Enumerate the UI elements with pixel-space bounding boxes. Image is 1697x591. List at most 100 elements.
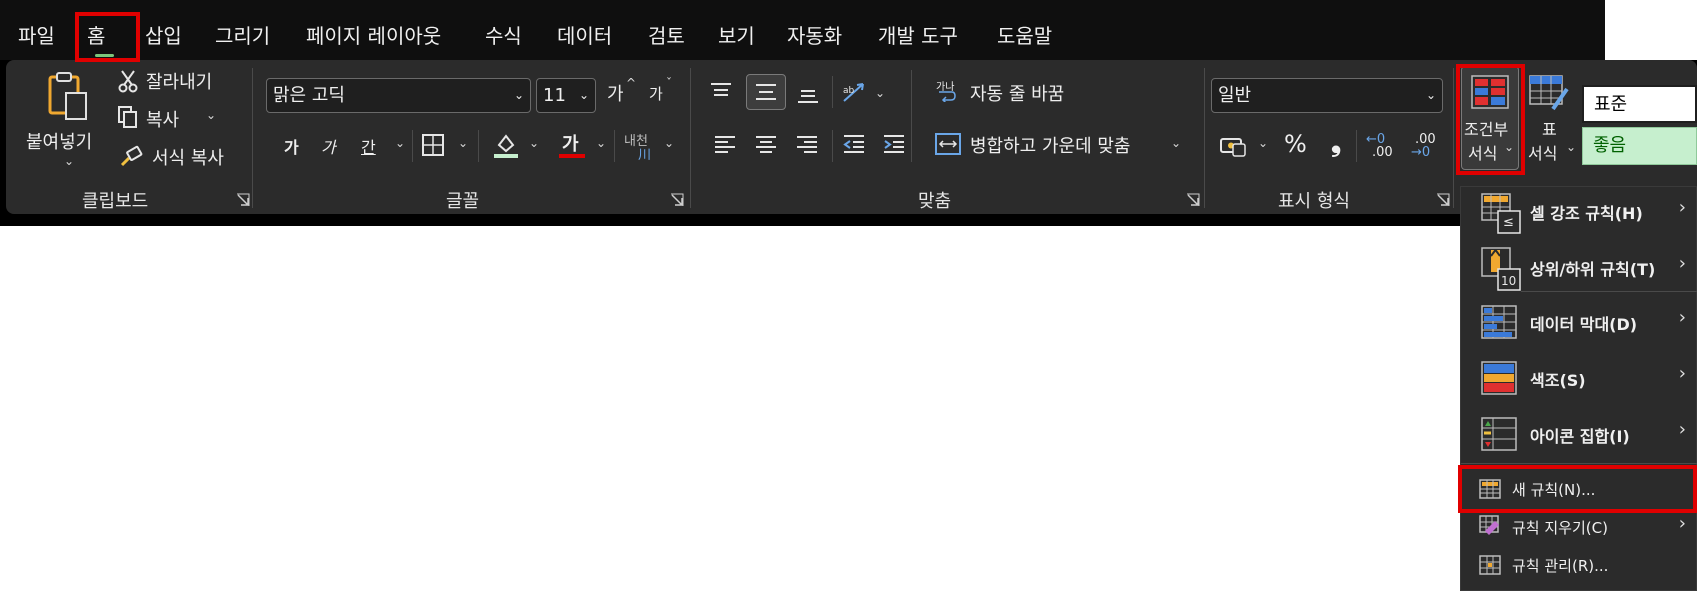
format-painter-button[interactable]: 서식 복사 [152, 144, 224, 170]
color-scales-label: 색조(S) [1530, 371, 1586, 390]
increase-arrow-icon: ^ [626, 76, 637, 90]
tab-view[interactable]: 보기 [718, 20, 755, 49]
decrease-decimal-button[interactable]: .00 →0 [1411, 132, 1447, 162]
svg-text:ab: ab [843, 86, 855, 96]
style-good[interactable]: 좋음 [1582, 127, 1697, 165]
currency-dropdown-icon[interactable]: ⌄ [1258, 136, 1268, 150]
align-top-icon[interactable] [708, 80, 734, 104]
tab-developer[interactable]: 개발 도구 [878, 20, 958, 49]
align-middle-icon[interactable] [753, 80, 779, 104]
separator [911, 70, 912, 162]
tab-formulas[interactable]: 수식 [485, 20, 522, 49]
clear-rules-icon [1479, 515, 1499, 535]
underline-button[interactable]: 간 [361, 134, 376, 158]
merge-center-button[interactable]: 병합하고 가운데 맞춤 [970, 132, 1130, 158]
merge-dropdown-icon[interactable]: ⌄ [1171, 136, 1181, 150]
number-format-combo[interactable]: 일반 ⌄ [1211, 78, 1443, 113]
font-launcher-icon[interactable] [670, 193, 684, 207]
decrease-font-button[interactable]: 가 [649, 83, 663, 104]
orientation-dropdown-icon[interactable]: ⌄ [875, 86, 885, 100]
scissors-icon [116, 68, 140, 94]
align-left-icon[interactable] [712, 132, 738, 156]
separator [478, 130, 479, 162]
font-size-combo[interactable]: 11 ⌄ [536, 78, 596, 113]
font-name-value: 맑은 고딕 [273, 85, 345, 106]
submenu-arrow-icon: › [1678, 307, 1686, 328]
font-color-dropdown-icon[interactable]: ⌄ [596, 136, 606, 150]
bold-button[interactable]: 가 [284, 134, 299, 158]
separator [1356, 130, 1357, 162]
highlight-conditional-format [1456, 64, 1525, 175]
highlight-badge-text: ≤ [1503, 215, 1514, 230]
wrap-arrow-icon [939, 91, 956, 102]
clipboard-launcher-icon[interactable] [236, 193, 250, 207]
italic-button[interactable]: 가 [321, 134, 336, 158]
number-launcher-icon[interactable] [1436, 193, 1450, 207]
copy-button[interactable]: 복사 [146, 106, 179, 132]
manage-rules-icon [1479, 555, 1501, 575]
phonetic-sub-icon: 川 [638, 148, 652, 163]
font-size-value: 11 [543, 85, 566, 106]
format-table-label-2[interactable]: 서식 [1528, 140, 1557, 164]
increase-decimal-button[interactable]: ←0 .00 [1366, 132, 1402, 162]
percent-button[interactable]: % [1284, 130, 1307, 158]
color-scales-icon [1481, 361, 1517, 395]
copy-dropdown-icon[interactable]: ⌄ [206, 108, 216, 122]
tab-data[interactable]: 데이터 [557, 20, 612, 49]
currency-icon[interactable] [1218, 134, 1248, 158]
menu-item-manage-rules[interactable]: 규칙 관리(R)... [1461, 545, 1697, 585]
separator [690, 68, 691, 208]
menu-item-color-scales[interactable]: 색조(S) › [1461, 357, 1697, 413]
font-color-swatch [559, 154, 585, 158]
align-bottom-icon[interactable] [795, 82, 821, 106]
tab-insert[interactable]: 삽입 [145, 20, 182, 49]
increase-indent-icon[interactable] [881, 132, 907, 156]
alignment-launcher-icon[interactable] [1186, 193, 1200, 207]
tab-help[interactable]: 도움말 [997, 20, 1052, 49]
orientation-icon[interactable]: ab [840, 78, 868, 106]
decrease-arrow-icon: ˇ [666, 76, 672, 90]
style-normal[interactable]: 표준 [1582, 85, 1697, 123]
align-right-icon[interactable] [794, 132, 820, 156]
tab-automate[interactable]: 자동화 [787, 20, 842, 49]
fill-color-icon[interactable] [492, 130, 520, 160]
phonetic-dropdown-icon[interactable]: ⌄ [664, 136, 674, 150]
submenu-arrow-icon: › [1678, 513, 1686, 534]
align-center-icon[interactable] [753, 132, 779, 156]
font-name-combo[interactable]: 맑은 고딕 ⌄ [266, 78, 531, 113]
fill-color-dropdown-icon[interactable]: ⌄ [529, 136, 539, 150]
chevron-down-icon[interactable]: ⌄ [514, 79, 524, 112]
menu-item-data-bars[interactable]: 데이터 막대(D) › [1461, 301, 1697, 357]
tab-page-layout[interactable]: 페이지 레이아웃 [306, 20, 441, 49]
menu-item-icon-sets[interactable]: 아이콘 집합(I) › [1461, 413, 1697, 469]
borders-dropdown-icon[interactable]: ⌄ [458, 136, 468, 150]
format-table-icon[interactable] [1528, 74, 1570, 112]
paste-dropdown-icon[interactable]: ⌄ [64, 154, 74, 168]
comma-button[interactable]: ❟ [1331, 128, 1341, 159]
borders-icon[interactable] [420, 132, 446, 158]
tab-review[interactable]: 검토 [648, 20, 685, 49]
font-color-button[interactable]: 가 [562, 130, 579, 156]
paste-label[interactable]: 붙여넣기 [26, 128, 92, 154]
paste-icon[interactable] [40, 70, 96, 124]
underline-dropdown-icon[interactable]: ⌄ [395, 136, 405, 150]
format-table-label-1[interactable]: 표 [1542, 116, 1557, 140]
submenu-arrow-icon: › [1678, 253, 1686, 274]
wrap-text-button[interactable]: 자동 줄 바꿈 [970, 80, 1064, 106]
tab-file[interactable]: 파일 [18, 20, 55, 49]
menu-item-top-bottom[interactable]: 10 상위/하위 규칙(T) › [1461, 243, 1697, 301]
ribbon: 붙여넣기 ⌄ 잘라내기 복사 ⌄ 서식 복사 클립보드 맑은 고딕 ⌄ 11 ⌄… [0, 60, 1697, 226]
icon-sets-label: 아이콘 집합(I) [1530, 427, 1630, 446]
top-bottom-label: 상위/하위 규칙(T) [1530, 260, 1656, 279]
cut-button[interactable]: 잘라내기 [146, 68, 212, 94]
data-bars-label: 데이터 막대(D) [1530, 315, 1638, 334]
highlight-home-tab [75, 12, 140, 62]
menu-item-highlight-cells[interactable]: ≤ 셀 강조 규칙(H) › [1461, 187, 1697, 243]
alignment-group-label: 맞춤 [918, 191, 952, 212]
format-table-dropdown-icon[interactable]: ⌄ [1566, 140, 1576, 154]
decrease-indent-icon[interactable] [841, 132, 867, 156]
chevron-down-icon[interactable]: ⌄ [1426, 79, 1436, 112]
chevron-down-icon[interactable]: ⌄ [579, 79, 589, 112]
increase-font-button[interactable]: 가 [607, 80, 624, 106]
tab-draw[interactable]: 그리기 [215, 20, 270, 49]
